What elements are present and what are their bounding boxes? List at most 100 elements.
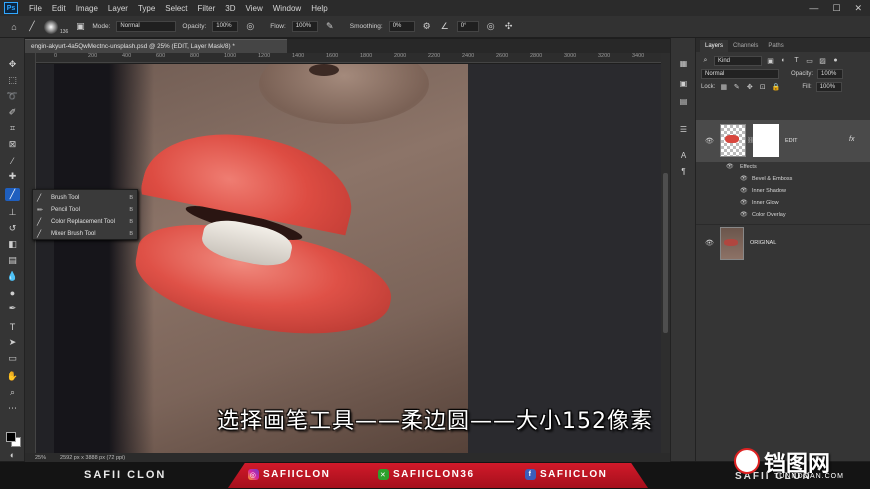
brush-settings-icon[interactable]: ▣ bbox=[74, 21, 86, 33]
layer-mask-thumbnail[interactable] bbox=[753, 124, 779, 157]
type-filter-icon[interactable]: T bbox=[792, 56, 801, 65]
flyout-mixer-brush-tool[interactable]: ╱ Mixer Brush Tool B bbox=[33, 228, 137, 240]
menu-type[interactable]: Type bbox=[133, 4, 160, 13]
shape-filter-icon[interactable]: ▭ bbox=[805, 56, 814, 65]
pressure-size-icon[interactable]: ◎ bbox=[485, 21, 497, 33]
rectangle-tool-icon[interactable]: ▭ bbox=[5, 352, 20, 365]
maximize-button[interactable]: ☐ bbox=[832, 3, 840, 14]
quick-select-tool-icon[interactable]: ✐ bbox=[5, 106, 20, 119]
visibility-eye-icon[interactable]: 👁 bbox=[705, 137, 714, 145]
menu-select[interactable]: Select bbox=[160, 4, 192, 13]
marquee-tool-icon[interactable]: ⬚ bbox=[5, 74, 20, 87]
gradient-tool-icon[interactable]: ▤ bbox=[5, 254, 20, 267]
tab-paths[interactable]: Paths bbox=[763, 40, 788, 52]
angle-icon[interactable]: ∠ bbox=[439, 21, 451, 33]
dodge-tool-icon[interactable]: ● bbox=[5, 286, 20, 299]
lasso-tool-icon[interactable]: ➰ bbox=[5, 90, 20, 103]
layer-fx-badge[interactable]: fx bbox=[849, 136, 854, 143]
properties-icon[interactable]: ▤ bbox=[678, 96, 689, 107]
flyout-brush-tool[interactable]: ╱ Brush Tool B bbox=[33, 192, 137, 204]
mode-select[interactable]: Normal bbox=[116, 21, 177, 32]
lock-position-icon[interactable]: ✥ bbox=[745, 82, 754, 91]
kind-filter-select[interactable]: Kind bbox=[714, 55, 762, 66]
history-icon[interactable]: ▦ bbox=[678, 58, 689, 69]
character-icon[interactable]: A bbox=[678, 150, 689, 161]
angle-field[interactable]: 0° bbox=[456, 21, 479, 32]
menu-view[interactable]: View bbox=[241, 4, 268, 13]
layer-name-edit[interactable]: EDIT bbox=[785, 138, 798, 144]
paragraph-icon[interactable]: ¶ bbox=[678, 166, 689, 177]
layer-row-original[interactable]: 👁 ORIGINAL bbox=[696, 224, 870, 262]
document-tab[interactable]: engin-akyurt-4a5QwMectnc-unsplash.psd @ … bbox=[25, 39, 287, 53]
brush-icon[interactable]: ╱ bbox=[26, 21, 38, 33]
history-brush-tool-icon[interactable]: ↺ bbox=[5, 222, 20, 235]
vertical-scrollbar[interactable] bbox=[661, 53, 670, 453]
eyedropper-tool-icon[interactable]: ⁄ bbox=[5, 154, 20, 167]
brush-tool-icon[interactable]: ╱ bbox=[5, 188, 20, 201]
pixel-filter-icon[interactable]: ▣ bbox=[766, 56, 775, 65]
frame-tool-icon[interactable]: ⊠ bbox=[5, 138, 20, 151]
layer-name-original[interactable]: ORIGINAL bbox=[750, 240, 776, 246]
blur-tool-icon[interactable]: 💧 bbox=[5, 270, 20, 283]
opacity-field[interactable]: 100% bbox=[212, 21, 239, 32]
effect-inner-glow[interactable]: Inner Glow bbox=[752, 200, 779, 206]
type-tool-icon[interactable]: T bbox=[5, 320, 20, 333]
close-button[interactable]: ✕ bbox=[854, 3, 862, 14]
adjustments-icon[interactable]: ☰ bbox=[678, 124, 689, 135]
menu-window[interactable]: Window bbox=[268, 4, 306, 13]
pen-tool-icon[interactable]: ✒ bbox=[5, 302, 20, 315]
smart-object-filter-icon[interactable]: ▨ bbox=[818, 56, 827, 65]
menu-help[interactable]: Help bbox=[306, 4, 332, 13]
layer-opacity-field[interactable]: 100% bbox=[817, 68, 844, 79]
menu-file[interactable]: File bbox=[24, 4, 47, 13]
airbrush-icon[interactable]: ✎ bbox=[324, 21, 336, 33]
flyout-color-replacement-tool[interactable]: ╱ Color Replacement Tool B bbox=[33, 216, 137, 228]
eraser-tool-icon[interactable]: ◧ bbox=[5, 238, 20, 251]
menu-3d[interactable]: 3D bbox=[220, 4, 240, 13]
fill-field[interactable]: 100% bbox=[815, 81, 842, 92]
effect-bevel-emboss[interactable]: Bevel & Emboss bbox=[752, 176, 792, 182]
lock-artboard-icon[interactable]: ⊡ bbox=[758, 82, 767, 91]
menu-image[interactable]: Image bbox=[71, 4, 103, 13]
path-selection-tool-icon[interactable]: ➤ bbox=[5, 336, 20, 349]
effect-eye-icon[interactable]: 👁 bbox=[740, 175, 748, 182]
swatches-icon[interactable]: ▣ bbox=[678, 78, 689, 89]
smoothing-settings-icon[interactable]: ⚙ bbox=[421, 21, 433, 33]
lock-all-icon[interactable]: 🔒 bbox=[771, 82, 780, 91]
lock-transparency-icon[interactable]: ▦ bbox=[719, 82, 728, 91]
zoom-tool-icon[interactable]: ⌕ bbox=[5, 386, 20, 399]
scrollbar-thumb[interactable] bbox=[663, 173, 668, 333]
effect-eye-icon[interactable]: 👁 bbox=[740, 187, 748, 194]
effects-eye-icon[interactable]: 👁 bbox=[726, 163, 734, 170]
effect-color-overlay[interactable]: Color Overlay bbox=[752, 212, 786, 218]
zoom-level[interactable]: 25% bbox=[35, 455, 46, 461]
blend-mode-select[interactable]: Normal bbox=[701, 68, 779, 79]
flyout-pencil-tool[interactable]: ✏ Pencil Tool B bbox=[33, 204, 137, 216]
visibility-eye-icon[interactable]: 👁 bbox=[705, 239, 714, 247]
effect-eye-icon[interactable]: 👁 bbox=[740, 211, 748, 218]
healing-brush-tool-icon[interactable]: ✚ bbox=[5, 170, 20, 183]
pressure-opacity-icon[interactable]: ◎ bbox=[244, 21, 256, 33]
effect-eye-icon[interactable]: 👁 bbox=[740, 199, 748, 206]
lock-pixels-icon[interactable]: ✎ bbox=[732, 82, 741, 91]
menu-filter[interactable]: Filter bbox=[193, 4, 221, 13]
adjustment-filter-icon[interactable]: ◐ bbox=[779, 56, 788, 65]
tab-channels[interactable]: Channels bbox=[728, 40, 763, 52]
smoothing-field[interactable]: 0% bbox=[388, 21, 415, 32]
menu-layer[interactable]: Layer bbox=[103, 4, 133, 13]
effect-inner-shadow[interactable]: Inner Shadow bbox=[752, 188, 786, 194]
layer-row-edit[interactable]: 👁 ⛓ EDIT fx bbox=[696, 120, 870, 162]
quick-mask-icon[interactable]: ◐ bbox=[5, 448, 20, 461]
more-tools-icon[interactable]: ⋯ bbox=[5, 402, 20, 415]
foreground-color-swatch[interactable] bbox=[6, 432, 16, 442]
tab-layers[interactable]: Layers bbox=[700, 40, 729, 52]
clone-stamp-tool-icon[interactable]: ⊥ bbox=[5, 206, 20, 219]
home-icon[interactable]: ⌂ bbox=[8, 21, 20, 33]
minimize-button[interactable]: — bbox=[809, 3, 818, 14]
symmetry-icon[interactable]: ✣ bbox=[503, 21, 515, 33]
hand-tool-icon[interactable]: ✋ bbox=[5, 370, 20, 383]
filter-toggle-icon[interactable]: ● bbox=[831, 56, 840, 65]
effects-label[interactable]: Effects bbox=[740, 164, 757, 170]
document-image[interactable] bbox=[54, 64, 468, 453]
move-tool-icon[interactable]: ✥ bbox=[5, 58, 20, 71]
